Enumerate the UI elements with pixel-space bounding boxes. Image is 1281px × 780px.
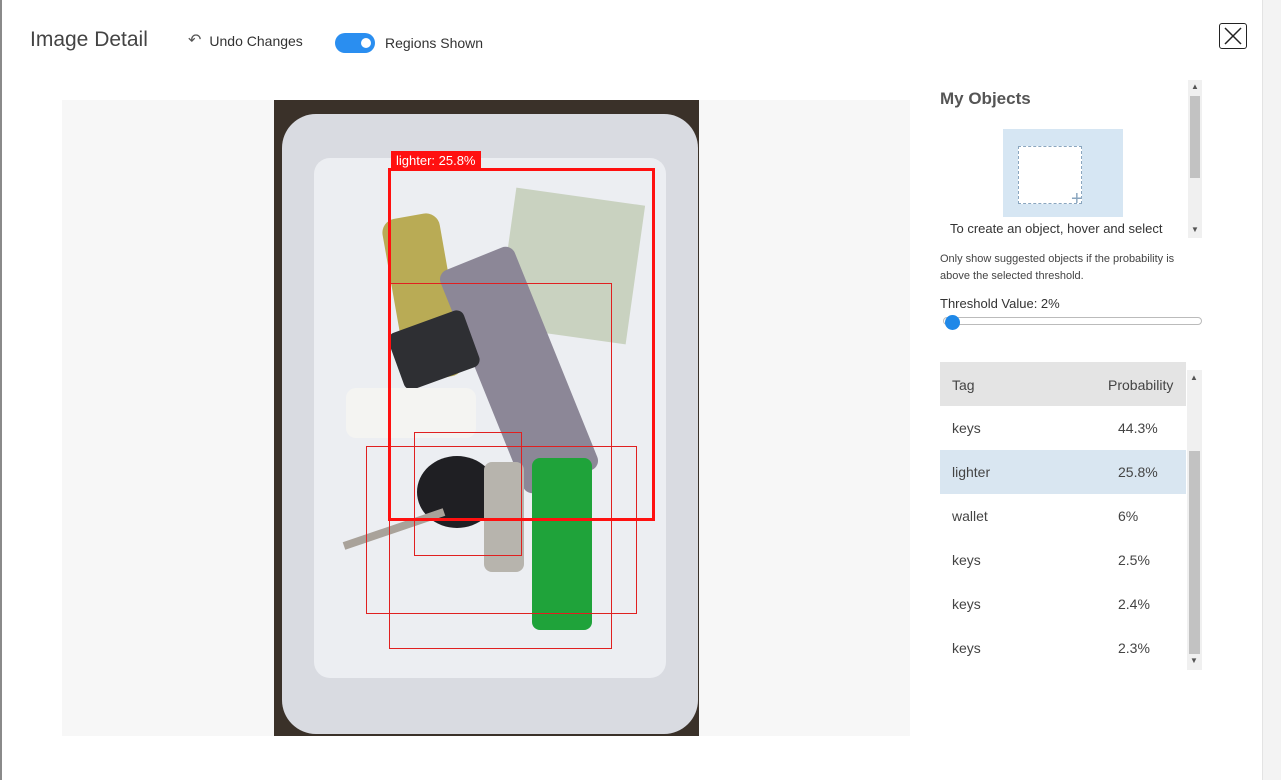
row-tag: lighter (952, 464, 991, 480)
row-tag: keys (952, 420, 981, 436)
table-scrollbar[interactable]: ▲ ▼ (1187, 370, 1202, 670)
region-label: lighter: 25.8% (391, 151, 481, 170)
table-row[interactable]: keys 2.4% (940, 582, 1186, 626)
my-objects-title: My Objects (940, 89, 1031, 108)
page-scrollbar-gutter (1262, 0, 1281, 780)
table-row[interactable]: keys 2.3% (940, 626, 1186, 670)
tag-column-header[interactable]: Tag (952, 377, 975, 393)
regions-toggle-group: Regions Shown (335, 33, 483, 53)
scroll-down-icon[interactable]: ▼ (1191, 226, 1199, 234)
regions-toggle[interactable] (335, 33, 375, 53)
row-probability: 2.3% (1118, 640, 1150, 656)
close-button[interactable] (1219, 23, 1247, 49)
scroll-up-icon[interactable]: ▲ (1190, 374, 1198, 382)
tags-table: Tag Probability keys 44.3% lighter 25.8%… (940, 362, 1186, 670)
row-probability: 2.4% (1118, 596, 1150, 612)
threshold-note: Only show suggested objects if the proba… (940, 253, 1175, 282)
add-region-icon: + (1071, 188, 1083, 210)
row-probability: 6% (1118, 508, 1139, 524)
row-probability: 25.8% (1118, 464, 1158, 480)
create-object-tile[interactable]: + (1003, 129, 1123, 217)
threshold-slider[interactable] (943, 317, 1202, 325)
row-tag: keys (952, 552, 981, 568)
image-canvas[interactable]: lighter: 25.8% (62, 100, 910, 736)
row-tag: wallet (952, 508, 988, 524)
close-icon (1224, 27, 1242, 45)
scroll-up-icon[interactable]: ▲ (1191, 83, 1199, 91)
row-tag: keys (952, 596, 981, 612)
region-box-selected[interactable] (388, 168, 655, 521)
undo-icon: ↶ (188, 32, 202, 49)
window-left-edge (0, 0, 2, 780)
objects-scrollbar[interactable]: ▲ ▼ (1188, 80, 1202, 238)
page-title: Image Detail (30, 28, 148, 51)
row-tag: keys (952, 640, 981, 656)
row-probability: 44.3% (1118, 420, 1158, 436)
row-probability: 2.5% (1118, 552, 1150, 568)
undo-changes-button[interactable]: ↶ Undo Changes (188, 32, 303, 50)
table-row[interactable]: keys 2.5% (940, 538, 1186, 582)
scroll-down-icon[interactable]: ▼ (1190, 657, 1198, 665)
table-row[interactable]: wallet 6% (940, 494, 1186, 538)
threshold-slider-handle[interactable] (945, 315, 960, 330)
probability-column-header[interactable]: Probability (1108, 377, 1173, 393)
regions-toggle-label: Regions Shown (385, 35, 484, 51)
undo-changes-label: Undo Changes (209, 33, 303, 49)
table-row-selected[interactable]: lighter 25.8% (940, 450, 1186, 494)
detail-image[interactable]: lighter: 25.8% (274, 100, 699, 736)
scrollbar-thumb[interactable] (1189, 451, 1200, 654)
table-row[interactable]: keys 44.3% (940, 406, 1186, 450)
table-header: Tag Probability (940, 362, 1186, 406)
scrollbar-thumb[interactable] (1190, 96, 1200, 178)
create-object-hint: To create an object, hover and select (950, 221, 1163, 236)
threshold-label: Threshold Value: 2% (940, 296, 1060, 311)
